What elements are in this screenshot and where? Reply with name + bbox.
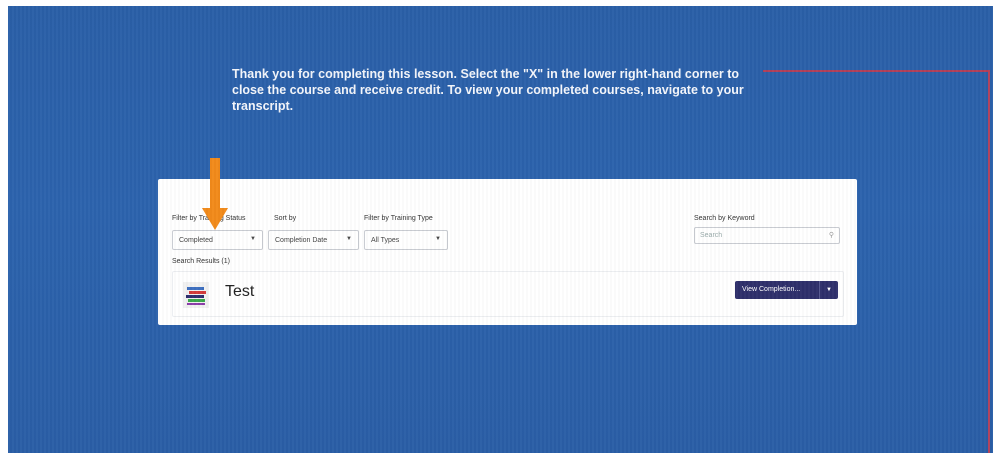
- type-filter-value: All Types: [371, 237, 400, 244]
- search-icon: ⚲: [828, 232, 834, 239]
- type-filter-label: Filter by Training Type: [364, 215, 433, 222]
- sort-select[interactable]: Completion Date ▼: [268, 230, 359, 250]
- chevron-down-icon[interactable]: ▼: [819, 281, 838, 299]
- callout-line-vertical: [988, 70, 990, 453]
- result-row: Test View Completion... ▼: [172, 271, 844, 317]
- type-filter-select[interactable]: All Types ▼: [364, 230, 448, 250]
- lesson-slide: Thank you for completing this lesson. Se…: [8, 6, 993, 453]
- results-count: Search Results (1): [172, 258, 230, 265]
- orange-down-arrow-icon: [202, 158, 228, 230]
- caret-down-icon: ▼: [250, 236, 256, 242]
- view-completion-button[interactable]: View Completion... ▼: [735, 281, 838, 299]
- completion-message: Thank you for completing this lesson. Se…: [232, 67, 744, 113]
- caret-down-icon: ▼: [346, 236, 352, 242]
- search-placeholder: Search: [700, 232, 723, 239]
- transcript-panel: Filter by Training Status Sort by Filter…: [158, 179, 857, 325]
- sort-label: Sort by: [274, 215, 297, 222]
- keyword-label: Search by Keyword: [694, 215, 755, 222]
- status-filter-select[interactable]: Completed ▼: [172, 230, 263, 250]
- keyword-search-input[interactable]: Search ⚲: [694, 227, 840, 244]
- callout-line-horizontal: [763, 70, 989, 72]
- status-filter-value: Completed: [179, 237, 213, 244]
- course-title[interactable]: Test: [225, 283, 254, 301]
- view-completion-label: View Completion...: [742, 286, 801, 293]
- caret-down-icon: ▼: [435, 236, 441, 242]
- course-books-icon: [183, 282, 209, 308]
- sort-value: Completion Date: [275, 237, 328, 244]
